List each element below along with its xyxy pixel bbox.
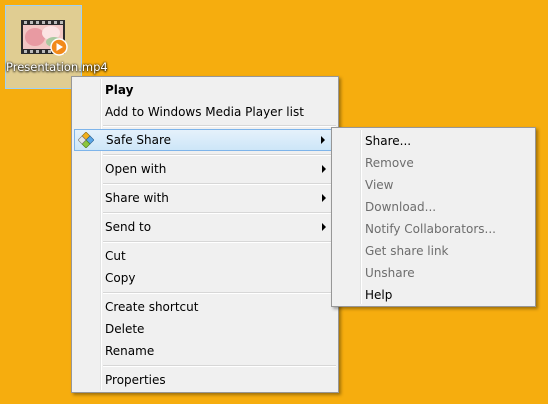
menu-item-label: Open with	[105, 162, 167, 176]
menu-item-label: Share with	[105, 191, 169, 205]
menu-item-label: Help	[365, 288, 393, 302]
submenu-item-download: Download...	[334, 196, 533, 218]
menu-item-share-with[interactable]: Share with	[74, 187, 336, 209]
menu-item-label: Notify Collaborators...	[365, 222, 496, 236]
menu-item-label: Play	[105, 83, 134, 97]
menu-item-play[interactable]: Play	[74, 79, 336, 101]
menu-item-delete[interactable]: Delete	[74, 318, 336, 340]
submenu-item-share[interactable]: Share...	[334, 130, 533, 152]
context-menu: Play Add to Windows Media Player list Sa…	[71, 76, 339, 393]
submenu-arrow-icon	[322, 165, 326, 173]
menu-item-label: Share...	[365, 134, 412, 148]
menu-item-cut[interactable]: Cut	[74, 245, 336, 267]
menu-separator	[103, 183, 336, 185]
safe-share-icon	[78, 132, 94, 148]
submenu-item-help[interactable]: Help	[334, 284, 533, 306]
menu-item-copy[interactable]: Copy	[74, 267, 336, 289]
menu-item-label: Add to Windows Media Player list	[105, 105, 304, 119]
menu-item-label: Download...	[365, 200, 437, 214]
submenu-arrow-icon	[321, 136, 325, 144]
submenu-item-view: View	[334, 174, 533, 196]
menu-separator	[103, 365, 336, 367]
desktop-file-label: Presentation.mp4	[6, 60, 108, 74]
submenu-arrow-icon	[322, 194, 326, 202]
submenu-arrow-icon	[322, 223, 326, 231]
menu-separator	[103, 212, 336, 214]
submenu-item-notify-collaborators: Notify Collaborators...	[334, 218, 533, 240]
menu-separator	[103, 241, 336, 243]
menu-item-label: Delete	[105, 322, 145, 336]
menu-separator	[103, 292, 336, 294]
submenu-item-remove: Remove	[334, 152, 533, 174]
menu-item-rename[interactable]: Rename	[74, 340, 336, 362]
menu-item-label: Create shortcut	[105, 300, 199, 314]
menu-item-open-with[interactable]: Open with	[74, 158, 336, 180]
menu-item-label: Properties	[105, 373, 166, 387]
menu-item-label: Get share link	[365, 244, 449, 258]
menu-item-add-to-wmp-list[interactable]: Add to Windows Media Player list	[74, 101, 336, 123]
menu-item-label: Send to	[105, 220, 152, 234]
menu-item-label: Remove	[365, 156, 414, 170]
menu-item-label: View	[365, 178, 394, 192]
menu-item-label: Cut	[105, 249, 126, 263]
video-file-icon	[21, 20, 68, 56]
menu-item-label: Rename	[105, 344, 155, 358]
menu-item-create-shortcut[interactable]: Create shortcut	[74, 296, 336, 318]
menu-item-safe-share[interactable]: Safe Share	[74, 129, 336, 151]
safe-share-submenu: Share... Remove View Download... Notify …	[331, 127, 536, 307]
submenu-item-get-share-link: Get share link	[334, 240, 533, 262]
submenu-item-unshare: Unshare	[334, 262, 533, 284]
menu-separator	[103, 154, 336, 156]
menu-separator	[103, 125, 336, 127]
menu-item-label: Copy	[105, 271, 136, 285]
menu-item-label: Safe Share	[106, 133, 172, 147]
menu-item-properties[interactable]: Properties	[74, 369, 336, 391]
menu-item-label: Unshare	[365, 266, 415, 280]
menu-item-send-to[interactable]: Send to	[74, 216, 336, 238]
